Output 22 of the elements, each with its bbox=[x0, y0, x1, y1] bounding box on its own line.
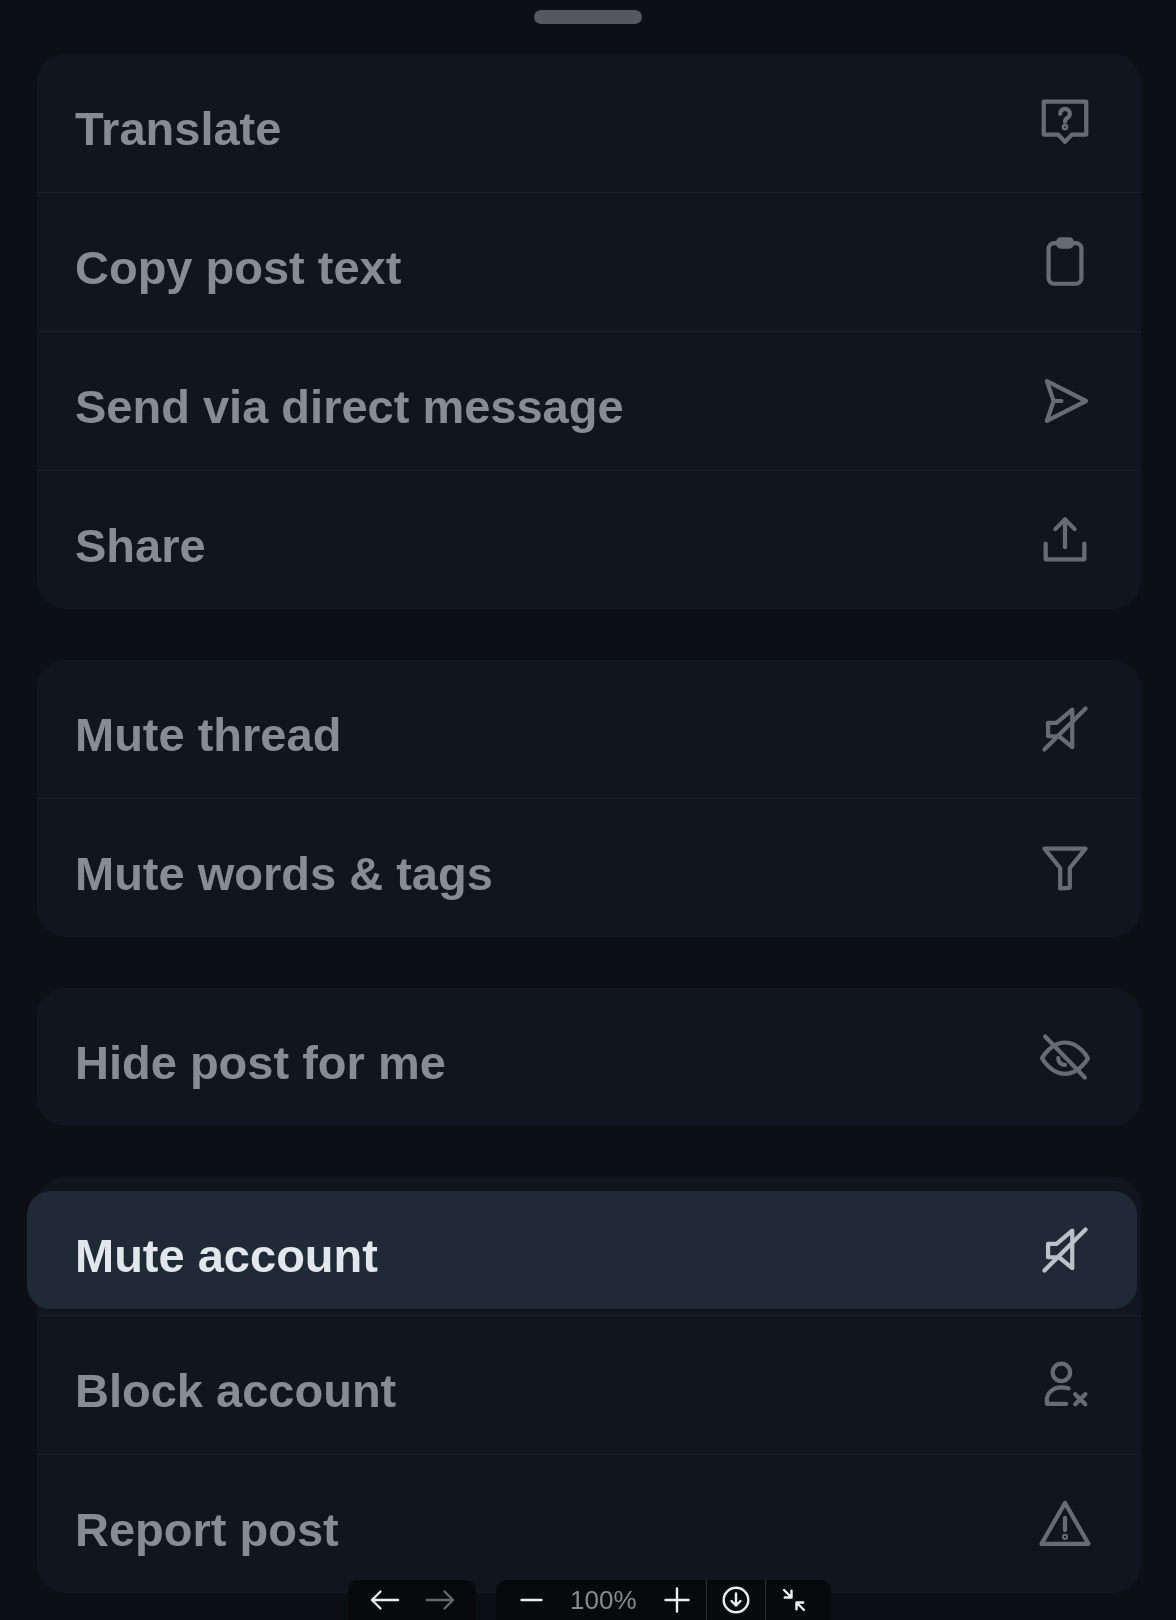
download-icon bbox=[721, 1586, 750, 1614]
back-button[interactable] bbox=[369, 1589, 400, 1611]
zoom-out-button[interactable] bbox=[520, 1598, 543, 1602]
menu-item[interactable]: Translate bbox=[37, 54, 1141, 192]
arrow-left-icon bbox=[369, 1589, 400, 1611]
zoom-level-text: 100% bbox=[570, 1584, 637, 1616]
download-button[interactable] bbox=[721, 1586, 750, 1614]
menu-item[interactable]: Block account bbox=[37, 1316, 1141, 1454]
drag-handle[interactable] bbox=[534, 10, 642, 24]
menu-item[interactable]: Share bbox=[37, 471, 1141, 609]
arrow-right-icon bbox=[425, 1589, 456, 1611]
plus-icon bbox=[663, 1587, 690, 1613]
minus-icon bbox=[520, 1598, 543, 1602]
menu-item[interactable]: Hide post for me bbox=[37, 988, 1141, 1126]
menu-item[interactable]: Mute account bbox=[27, 1191, 1137, 1309]
menu-item[interactable]: Copy post text bbox=[37, 193, 1141, 331]
menu-item[interactable]: Mute words & tags bbox=[37, 799, 1141, 937]
zoom-in-button[interactable] bbox=[663, 1587, 690, 1613]
collapse-icon bbox=[780, 1587, 807, 1613]
menu-item[interactable]: Send via direct message bbox=[37, 332, 1141, 470]
collapse-button[interactable] bbox=[780, 1587, 807, 1613]
menu-item[interactable]: Mute thread bbox=[37, 660, 1141, 798]
